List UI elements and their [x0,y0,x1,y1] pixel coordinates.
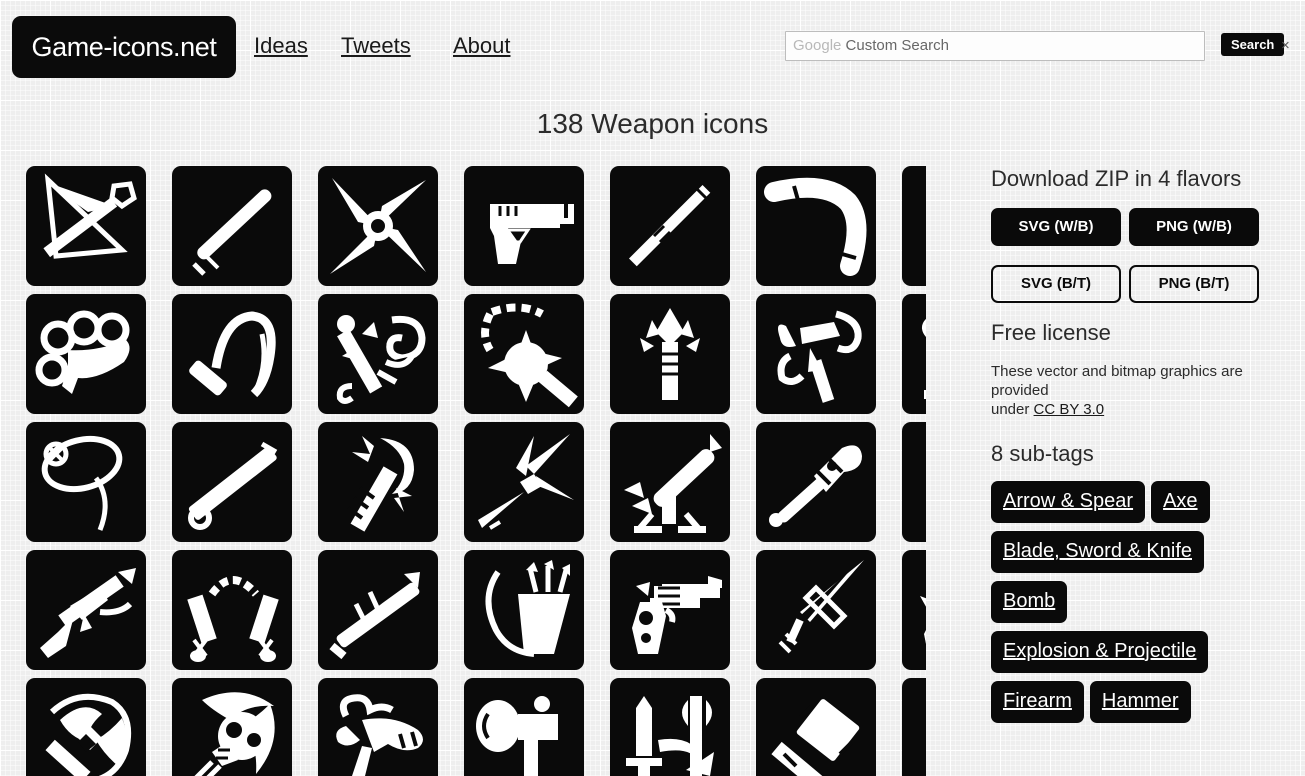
license-heading: Free license [991,320,1111,345]
subtag-axe[interactable]: Axe [1151,481,1210,523]
subtag-explosion-projectile[interactable]: Explosion & Projectile [991,631,1209,673]
war-hammer-icon[interactable] [464,678,584,776]
site-logo[interactable]: Game-icons.net [12,16,236,78]
subtags-heading: 8 sub-tags [991,441,1094,466]
license-text-prefix: under [991,401,1034,418]
whip-icon[interactable] [172,294,292,414]
site-header: Game-icons.net Ideas Tweets About Google… [0,0,1305,92]
baseball-bat-icon[interactable] [172,166,292,286]
download-button-group: SVG (W/B) PNG (W/B) SVG (B/T) PNG (B/T) [991,208,1291,304]
submachine-gun-icon[interactable] [26,550,146,670]
nav-link-tweets[interactable]: Tweets [341,33,411,59]
blowgun-icon[interactable] [172,422,292,542]
search-input[interactable]: Google Custom Search [785,31,1205,61]
nav-link-about[interactable]: About [453,33,511,59]
thor-hammer-icon[interactable] [756,678,876,776]
missile-launcher-icon[interactable] [610,422,730,542]
license-text-line1: These vector and bitmap graphics are pro… [991,363,1243,399]
shotgun-icon[interactable] [902,550,926,670]
rocket-launcher-icon[interactable] [318,550,438,670]
subtag-bomb[interactable]: Bomb [991,581,1068,623]
download-svg-bt-button[interactable]: SVG (B/T) [991,265,1121,303]
pistol-icon[interactable] [464,166,584,286]
search-form: Google Custom Search Search × [785,31,1295,63]
weapon-swap-icon[interactable] [610,678,730,776]
subtag-firearm[interactable]: Firearm [991,681,1084,723]
google-brand-label: Google [793,37,842,54]
download-svg-wb-button[interactable]: SVG (W/B) [991,208,1121,246]
lasso-icon[interactable] [26,422,146,542]
battle-axe-icon[interactable] [26,678,146,776]
tomahawk-icon[interactable] [902,678,926,776]
mortar-icon[interactable] [902,422,926,542]
subtag-blade-sword-knife[interactable]: Blade, Sword & Knife [991,531,1204,573]
morning-star-icon[interactable] [610,294,730,414]
license-text: These vector and bitmap graphics are pro… [991,362,1266,419]
license-link[interactable]: CC BY 3.0 [1034,401,1105,418]
subtag-arrow-spear[interactable]: Arrow & Spear [991,481,1146,523]
axe-sword-crest-icon[interactable] [756,294,876,414]
crossbow-icon[interactable] [26,166,146,286]
download-png-wb-button[interactable]: PNG (W/B) [1129,208,1259,246]
icon-grid [26,166,926,776]
kunai-claw-icon[interactable] [464,422,584,542]
search-button[interactable]: Search [1221,33,1285,56]
sword-icon[interactable] [756,550,876,670]
bo-staff-icon[interactable] [610,166,730,286]
download-png-bt-button[interactable]: PNG (B/T) [1129,265,1259,303]
crescent-staff-icon[interactable] [318,422,438,542]
dagger-rose-icon[interactable] [318,294,438,414]
skull-scythe-icon[interactable] [172,678,292,776]
quiver-icon[interactable] [464,550,584,670]
nav-link-ideas[interactable]: Ideas [254,33,308,59]
sidebar: Download ZIP in 4 flavors SVG (W/B) PNG (… [991,166,1291,776]
subtag-hammer[interactable]: Hammer [1089,681,1191,723]
bone-club-icon[interactable] [318,678,438,776]
page-title: 138 Weapon icons [536,108,769,139]
spiked-mace-icon[interactable] [464,294,584,414]
nunchaku-icon[interactable] [172,550,292,670]
shuriken-icon[interactable] [318,166,438,286]
cannon-icon[interactable] [902,294,926,414]
bow-and-arrow-icon[interactable] [902,166,926,286]
revolver-icon[interactable] [610,550,730,670]
search-placeholder: Google Custom Search [793,37,949,54]
boomerang-icon[interactable] [756,166,876,286]
search-placeholder-text: Custom Search [841,37,949,54]
subtag-list: Arrow & Spear Axe Blade, Sword & Knife Bomb… [991,481,1291,731]
brass-knuckles-icon[interactable] [26,294,146,414]
close-icon[interactable]: × [1281,37,1290,54]
download-heading: Download ZIP in 4 flavors [991,166,1242,191]
pipe-wrench-icon[interactable] [756,422,876,542]
